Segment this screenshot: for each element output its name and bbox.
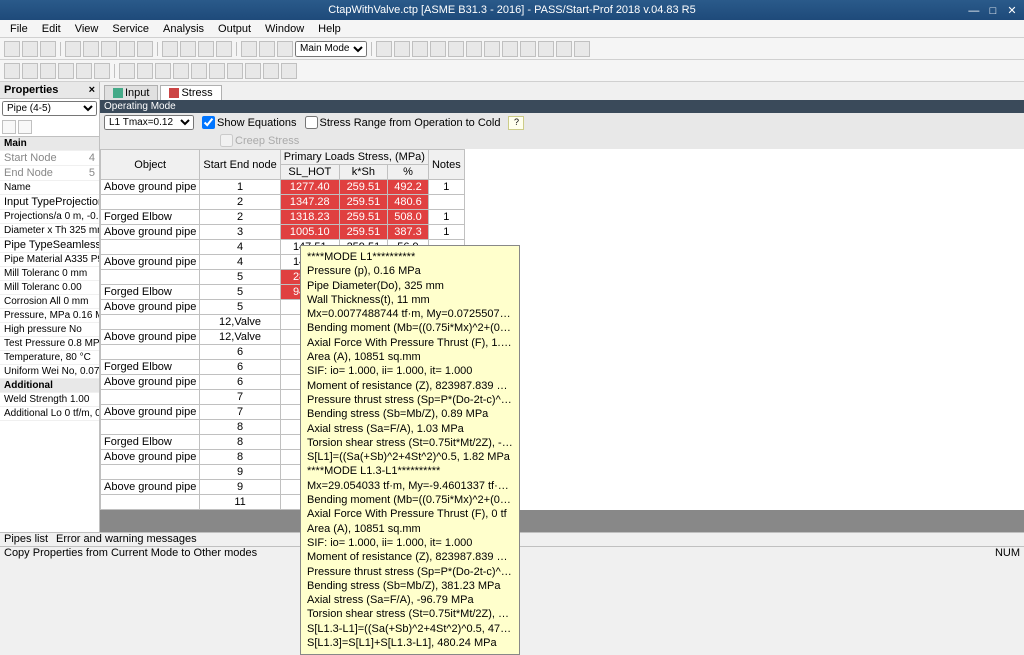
panel-close-icon[interactable]: × bbox=[89, 84, 95, 96]
toolbar-button[interactable] bbox=[4, 63, 20, 79]
table-row[interactable]: Above ground pipe31005.10259.51387.31 bbox=[101, 225, 465, 240]
mode-dropdown[interactable]: Main Mode bbox=[295, 41, 367, 57]
toolbar-button[interactable] bbox=[241, 41, 257, 57]
main-content: Input Stress Operating Mode L1 Tmax=0.12… bbox=[100, 82, 1024, 532]
col-object[interactable]: Object bbox=[101, 150, 200, 180]
toolbar-button[interactable] bbox=[484, 41, 500, 57]
prop-tool-button[interactable] bbox=[2, 120, 16, 134]
window-title: CtapWithValve.ctp [ASME B31.3 - 2016] - … bbox=[328, 4, 695, 16]
toolbar-button[interactable] bbox=[209, 63, 225, 79]
toolbar-button[interactable] bbox=[216, 41, 232, 57]
section-additional: Additional bbox=[0, 379, 99, 393]
toolbar-button[interactable] bbox=[245, 63, 261, 79]
pipe-selector[interactable]: Pipe (4-5) bbox=[2, 101, 97, 116]
toolbar-2 bbox=[0, 60, 1024, 82]
menu-window[interactable]: Window bbox=[259, 22, 310, 36]
toolbar-button[interactable] bbox=[40, 41, 56, 57]
toolbar-button[interactable] bbox=[162, 41, 178, 57]
show-equations-checkbox[interactable]: Show Equations bbox=[202, 116, 297, 129]
menu-analysis[interactable]: Analysis bbox=[157, 22, 210, 36]
toolbar-button[interactable] bbox=[448, 41, 464, 57]
toolbar-button[interactable] bbox=[198, 41, 214, 57]
properties-title: Properties bbox=[4, 84, 58, 96]
minimize-button[interactable]: — bbox=[966, 5, 982, 17]
maximize-button[interactable]: □ bbox=[985, 5, 1001, 17]
toolbar-button[interactable] bbox=[538, 41, 554, 57]
toolbar-button[interactable] bbox=[263, 63, 279, 79]
toolbar-button[interactable] bbox=[394, 41, 410, 57]
menu-output[interactable]: Output bbox=[212, 22, 257, 36]
toolbar-button[interactable] bbox=[119, 41, 135, 57]
status-num: NUM bbox=[995, 547, 1020, 560]
toolbar-button[interactable] bbox=[65, 41, 81, 57]
close-button[interactable]: ✕ bbox=[1004, 4, 1020, 17]
toolbar-button[interactable] bbox=[137, 63, 153, 79]
toolbar-button[interactable] bbox=[574, 41, 590, 57]
toolbar-button[interactable] bbox=[76, 63, 92, 79]
tab-errors[interactable]: Error and warning messages bbox=[56, 533, 197, 546]
toolbar-button[interactable] bbox=[101, 41, 117, 57]
table-row[interactable]: Above ground pipe11277.40259.51492.21 bbox=[101, 180, 465, 195]
stress-table: Object Start End node Primary Loads Stre… bbox=[100, 149, 1024, 510]
toolbar-button[interactable] bbox=[502, 41, 518, 57]
toolbar-button[interactable] bbox=[191, 63, 207, 79]
menu-help[interactable]: Help bbox=[312, 22, 347, 36]
toolbar-button[interactable] bbox=[277, 41, 293, 57]
col-node[interactable]: Start End node bbox=[200, 150, 280, 180]
toolbar-button[interactable] bbox=[556, 41, 572, 57]
menubar: File Edit View Service Analysis Output W… bbox=[0, 20, 1024, 38]
toolbar-button[interactable] bbox=[180, 41, 196, 57]
col-notes[interactable]: Notes bbox=[428, 150, 464, 180]
tab-pipes-list[interactable]: Pipes list bbox=[4, 533, 48, 546]
menu-service[interactable]: Service bbox=[106, 22, 155, 36]
tab-stress[interactable]: Stress bbox=[160, 85, 221, 100]
help-button[interactable]: ? bbox=[508, 116, 524, 130]
creep-stress-checkbox: Creep Stress bbox=[220, 134, 299, 147]
col-primary[interactable]: Primary Loads Stress, (MPa) bbox=[280, 150, 428, 165]
prop-tool-button[interactable] bbox=[18, 120, 32, 134]
stress-icon bbox=[169, 88, 179, 98]
window-titlebar: CtapWithValve.ctp [ASME B31.3 - 2016] - … bbox=[0, 0, 1024, 20]
menu-file[interactable]: File bbox=[4, 22, 34, 36]
toolbar-button[interactable] bbox=[94, 63, 110, 79]
toolbar-button[interactable] bbox=[173, 63, 189, 79]
toolbar-button[interactable] bbox=[412, 41, 428, 57]
toolbar-button[interactable] bbox=[155, 63, 171, 79]
toolbar-button[interactable] bbox=[137, 41, 153, 57]
table-row[interactable]: Forged Elbow21318.23259.51508.01 bbox=[101, 210, 465, 225]
toolbar-button[interactable] bbox=[83, 41, 99, 57]
status-text: Copy Properties from Current Mode to Oth… bbox=[4, 547, 257, 560]
input-icon bbox=[113, 88, 123, 98]
toolbar-button[interactable] bbox=[520, 41, 536, 57]
toolbar-1: Main Mode bbox=[0, 38, 1024, 60]
toolbar-button[interactable] bbox=[281, 63, 297, 79]
toolbar-button[interactable] bbox=[4, 41, 20, 57]
toolbar-button[interactable] bbox=[259, 41, 275, 57]
menu-edit[interactable]: Edit bbox=[36, 22, 67, 36]
toolbar-button[interactable] bbox=[58, 63, 74, 79]
toolbar-button[interactable] bbox=[119, 63, 135, 79]
stress-range-checkbox[interactable]: Stress Range from Operation to Cold bbox=[305, 116, 501, 129]
toolbar-button[interactable] bbox=[376, 41, 392, 57]
toolbar-button[interactable] bbox=[40, 63, 56, 79]
toolbar-button[interactable] bbox=[22, 63, 38, 79]
tab-input[interactable]: Input bbox=[104, 85, 158, 100]
toolbar-button[interactable] bbox=[430, 41, 446, 57]
table-row[interactable]: 21347.28259.51480.6 bbox=[101, 195, 465, 210]
section-main: Main bbox=[0, 137, 99, 151]
menu-view[interactable]: View bbox=[69, 22, 105, 36]
toolbar-button[interactable] bbox=[22, 41, 38, 57]
toolbar-button[interactable] bbox=[466, 41, 482, 57]
operating-mode-label: Operating Mode bbox=[100, 100, 1024, 113]
calculation-tooltip: ****MODE L1**********Pressure (p), 0.16 … bbox=[300, 245, 520, 655]
operating-mode-select[interactable]: L1 Tmax=0.12 bbox=[104, 115, 194, 130]
toolbar-button[interactable] bbox=[227, 63, 243, 79]
properties-panel: Properties× Pipe (4-5) Main Start Node4 … bbox=[0, 82, 100, 532]
